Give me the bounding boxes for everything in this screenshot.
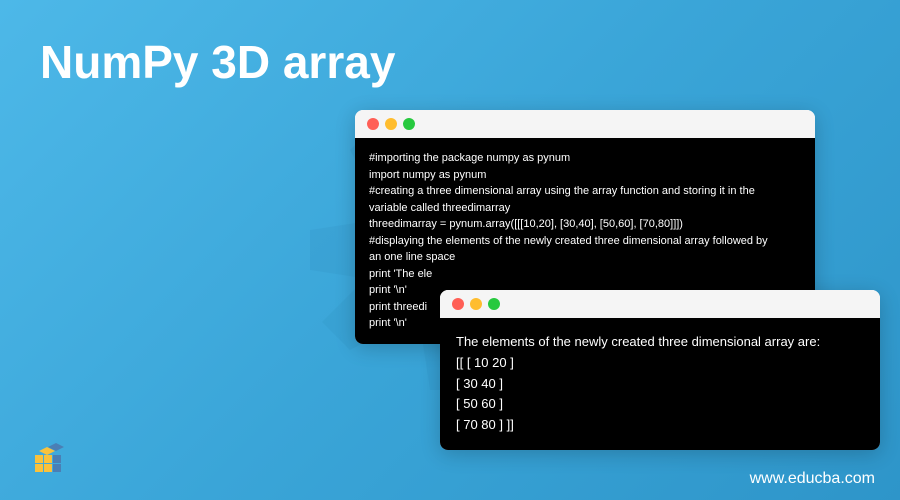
- website-url: www.educba.com: [750, 470, 875, 488]
- code-line: variable called threedimarray: [369, 200, 801, 217]
- code-line: #displaying the elements of the newly cr…: [369, 233, 801, 250]
- code-line: threedimarray = pynum.array([[[10,20], […: [369, 216, 801, 233]
- minimize-icon: [385, 118, 397, 130]
- output-line: [ 30 40 ]: [456, 374, 864, 395]
- close-icon: [367, 118, 379, 130]
- output-line: [ 50 60 ]: [456, 394, 864, 415]
- code-line: an one line space: [369, 249, 801, 266]
- output-line: [ 70 80 ] ]]: [456, 415, 864, 436]
- output-body: The elements of the newly created three …: [440, 318, 880, 450]
- cube-logo-icon: [30, 430, 80, 480]
- output-line: The elements of the newly created three …: [456, 332, 864, 353]
- page-title: NumPy 3D array: [40, 35, 395, 89]
- code-window-output: The elements of the newly created three …: [440, 290, 880, 450]
- maximize-icon: [403, 118, 415, 130]
- output-line: [[ [ 10 20 ]: [456, 353, 864, 374]
- window-header: [355, 110, 815, 138]
- code-line: import numpy as pynum: [369, 167, 801, 184]
- minimize-icon: [470, 298, 482, 310]
- code-line: print 'The ele: [369, 266, 801, 283]
- maximize-icon: [488, 298, 500, 310]
- code-line: #importing the package numpy as pynum: [369, 150, 801, 167]
- code-line: #creating a three dimensional array usin…: [369, 183, 801, 200]
- window-header: [440, 290, 880, 318]
- close-icon: [452, 298, 464, 310]
